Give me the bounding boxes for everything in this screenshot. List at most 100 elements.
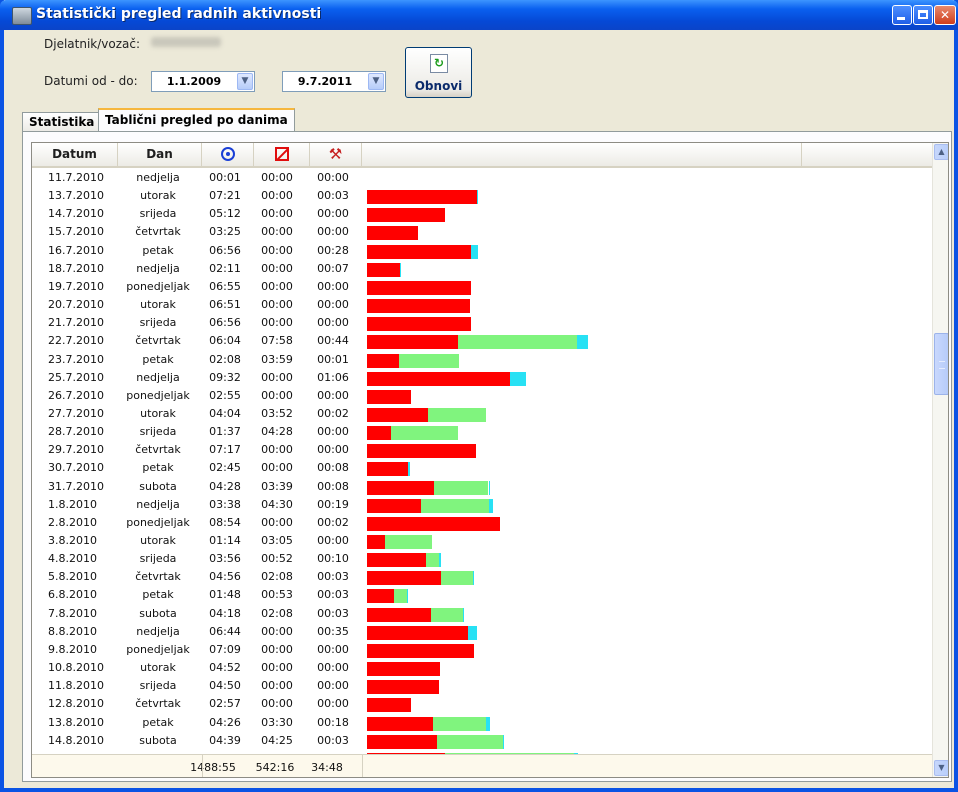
table-row[interactable]: 15.7.2010 četvrtak 03:25 00:00 00:00 — [32, 223, 932, 241]
table-row[interactable]: 9.8.2010 ponedjeljak 07:09 00:00 00:00 — [32, 641, 932, 659]
title-bar[interactable]: Statistički pregled radnih aktivnosti ✕ — [0, 0, 958, 30]
table-row[interactable]: 1.8.2010 nedjelja 03:38 04:30 00:19 — [32, 496, 932, 514]
table-row[interactable]: 8.8.2010 nedjelja 06:44 00:00 00:35 — [32, 623, 932, 641]
cell-work: 00:18 — [317, 715, 349, 729]
chevron-down-icon[interactable]: ▼ — [368, 73, 384, 90]
header-work[interactable]: ⚒ — [310, 143, 362, 166]
table-row[interactable]: 10.8.2010 utorak 04:52 00:00 00:00 — [32, 659, 932, 677]
cell-day: srijeda — [139, 316, 177, 330]
cell-work: 00:10 — [317, 552, 349, 566]
vertical-scrollbar[interactable]: ▲ ▼ — [932, 143, 948, 777]
table-row[interactable]: 21.7.2010 srijeda 06:56 00:00 00:00 — [32, 314, 932, 332]
table-row[interactable]: 12.8.2010 četvrtak 02:57 00:00 00:00 — [32, 695, 932, 713]
cell-work: 00:02 — [317, 406, 349, 420]
table-row[interactable]: 22.7.2010 četvrtak 06:04 07:58 00:44 — [32, 332, 932, 350]
close-button[interactable]: ✕ — [934, 5, 956, 25]
table-row[interactable]: 23.7.2010 petak 02:08 03:59 00:01 — [32, 351, 932, 369]
table-row[interactable]: 7.8.2010 subota 04:18 02:08 00:03 — [32, 605, 932, 623]
totals-divider — [202, 754, 203, 777]
table-row[interactable]: 27.7.2010 utorak 04:04 03:52 00:02 — [32, 405, 932, 423]
activity-bar-driving — [367, 244, 471, 259]
cell-other: 03:59 — [261, 352, 293, 366]
cell-day: petak — [142, 715, 174, 729]
table-row[interactable]: 20.7.2010 utorak 06:51 00:00 00:00 — [32, 296, 932, 314]
table-row[interactable]: 26.7.2010 ponedjeljak 02:55 00:00 00:00 — [32, 387, 932, 405]
table-row[interactable]: 14.8.2010 subota 04:39 04:25 00:03 — [32, 732, 932, 750]
cell-other: 00:00 — [261, 642, 293, 656]
header-other[interactable] — [254, 143, 310, 166]
cell-work: 00:03 — [317, 570, 349, 584]
table-row[interactable]: 14.7.2010 srijeda 05:12 00:00 00:00 — [32, 205, 932, 223]
cell-date: 23.7.2010 — [48, 352, 104, 366]
cell-driving: 04:50 — [209, 679, 241, 693]
activity-bar-driving — [367, 498, 422, 513]
cell-day: nedjelja — [136, 261, 180, 275]
tab-daily-table[interactable]: Tablični pregled po danima — [98, 108, 295, 131]
cell-day: četvrtak — [135, 334, 181, 348]
cell-work: 00:03 — [317, 733, 349, 747]
cell-date: 15.7.2010 — [48, 225, 104, 239]
activity-bar-break — [577, 335, 589, 350]
table-row[interactable]: 25.7.2010 nedjelja 09:32 00:00 01:06 — [32, 369, 932, 387]
cell-day: utorak — [140, 406, 176, 420]
employee-label: Djelatnik/vozač: — [44, 37, 141, 51]
maximize-icon — [918, 10, 928, 19]
table-row[interactable]: 16.7.2010 petak 06:56 00:00 00:28 — [32, 242, 932, 260]
refresh-button[interactable]: ↻ Obnovi — [405, 47, 472, 98]
activity-bar-other — [433, 716, 486, 731]
date-to-select[interactable]: 9.7.2011 ▼ — [282, 71, 386, 92]
table-row[interactable]: 4.8.2010 srijeda 03:56 00:52 00:10 — [32, 550, 932, 568]
cell-driving: 01:37 — [209, 425, 241, 439]
scroll-thumb[interactable] — [934, 333, 948, 395]
total-other: 542:16 — [255, 761, 295, 774]
dates-label: Datumi od - do: — [44, 74, 138, 88]
cell-work: 00:19 — [317, 497, 349, 511]
chevron-down-icon[interactable]: ▼ — [237, 73, 253, 90]
activity-bar-driving — [367, 299, 470, 314]
header-date[interactable]: Datum — [32, 143, 118, 166]
daily-grid[interactable]: Datum Dan ⚒ 11.7.2010 nedjelja 00:01 00:00 0… — [31, 142, 949, 778]
cell-other: 02:08 — [261, 570, 293, 584]
cell-date: 7.8.2010 — [48, 606, 97, 620]
table-row[interactable]: 19.7.2010 ponedjeljak 06:55 00:00 00:00 — [32, 278, 932, 296]
table-row[interactable]: 6.8.2010 petak 01:48 00:53 00:03 — [32, 586, 932, 604]
date-from-select[interactable]: 1.1.2009 ▼ — [151, 71, 255, 92]
table-row[interactable]: 30.7.2010 petak 02:45 00:00 00:08 — [32, 459, 932, 477]
activity-bar-driving — [367, 480, 434, 495]
activity-bar-driving — [367, 662, 440, 677]
cell-date: 5.8.2010 — [48, 570, 97, 584]
maximize-button[interactable] — [913, 5, 933, 25]
table-row[interactable]: 31.7.2010 subota 04:28 03:39 00:08 — [32, 478, 932, 496]
table-row[interactable]: 5.8.2010 četvrtak 04:56 02:08 00:03 — [32, 568, 932, 586]
table-row[interactable]: 13.7.2010 utorak 07:21 00:00 00:03 — [32, 187, 932, 205]
scroll-up-button[interactable]: ▲ — [934, 144, 948, 160]
activity-bar-driving — [367, 444, 477, 459]
activity-bar-driving — [367, 680, 440, 695]
table-row[interactable]: 28.7.2010 srijeda 01:37 04:28 00:00 — [32, 423, 932, 441]
cell-driving: 02:57 — [209, 697, 241, 711]
cell-driving: 04:18 — [209, 606, 241, 620]
cell-day: utorak — [140, 189, 176, 203]
table-row[interactable]: 18.7.2010 nedjelja 02:11 00:00 00:07 — [32, 260, 932, 278]
header-day[interactable]: Dan — [118, 143, 202, 166]
table-row[interactable]: 3.8.2010 utorak 01:14 03:05 00:00 — [32, 532, 932, 550]
cell-other: 03:30 — [261, 715, 293, 729]
scroll-down-button[interactable]: ▼ — [934, 760, 948, 776]
cell-date: 29.7.2010 — [48, 443, 104, 457]
cell-driving: 02:45 — [209, 461, 241, 475]
minimize-button[interactable] — [892, 5, 912, 25]
cell-work: 00:44 — [317, 334, 349, 348]
cell-other: 04:25 — [261, 733, 293, 747]
tab-statistika[interactable]: Statistika — [22, 112, 102, 131]
table-row[interactable]: 2.8.2010 ponedjeljak 08:54 00:00 00:02 — [32, 514, 932, 532]
total-driving: 1488:55 — [190, 761, 236, 774]
table-row[interactable]: 29.7.2010 četvrtak 07:17 00:00 00:00 — [32, 441, 932, 459]
cell-date: 16.7.2010 — [48, 243, 104, 257]
header-driving[interactable] — [202, 143, 254, 166]
cell-other: 00:00 — [261, 207, 293, 221]
table-row[interactable]: 11.7.2010 nedjelja 00:01 00:00 00:00 — [32, 169, 932, 187]
cell-day: utorak — [140, 298, 176, 312]
cell-driving: 06:56 — [209, 243, 241, 257]
table-row[interactable]: 11.8.2010 srijeda 04:50 00:00 00:00 — [32, 677, 932, 695]
table-row[interactable]: 13.8.2010 petak 04:26 03:30 00:18 — [32, 714, 932, 732]
